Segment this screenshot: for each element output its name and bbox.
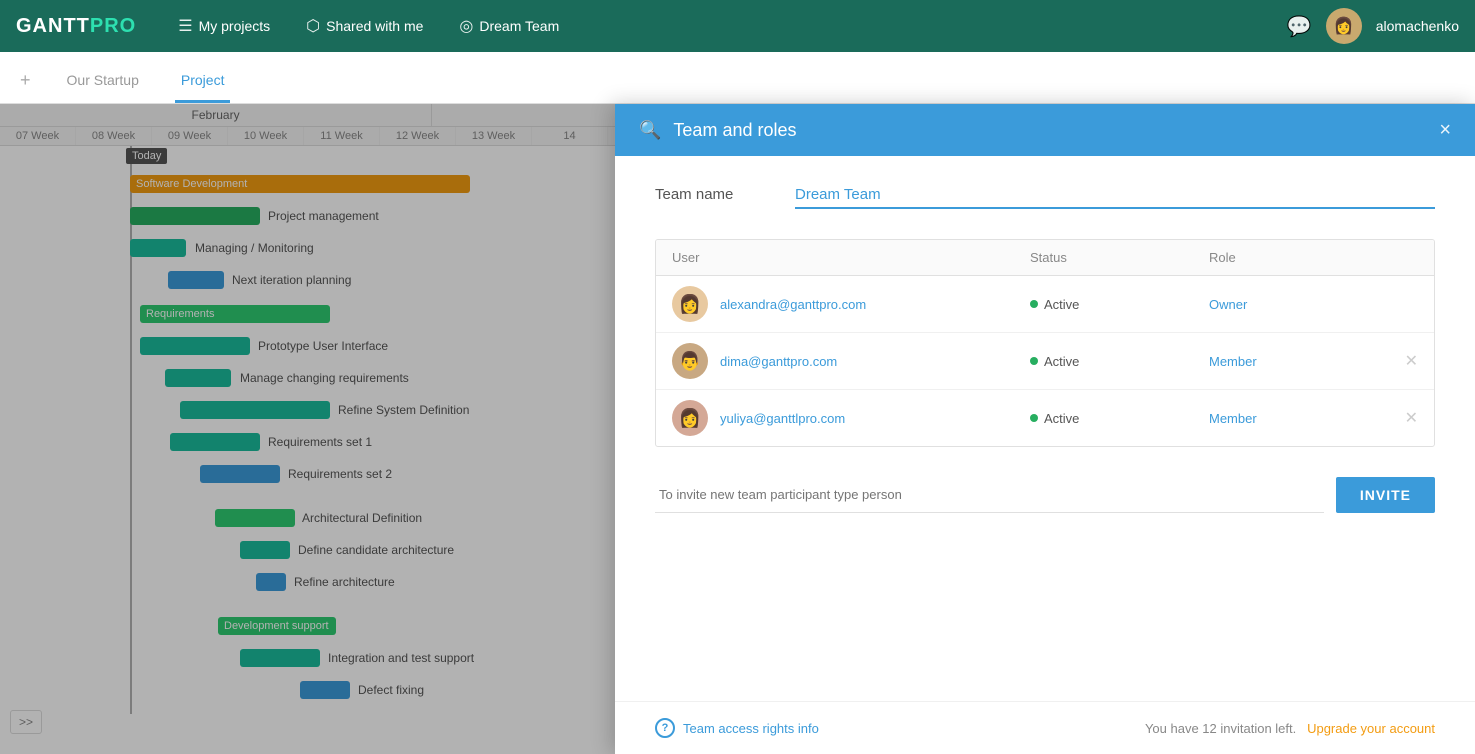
member-role: Member [1209,411,1388,426]
member-remove-button[interactable]: ✕ [1388,351,1418,371]
member-status: Active [1030,354,1209,369]
modal-overlay: 🔍 Team and roles × Team name Dream Team … [0,104,1475,754]
nav-dream-team-label: Dream Team [479,18,559,34]
member-role: Member [1209,354,1388,369]
member-status-text: Active [1044,297,1079,312]
nav-my-projects[interactable]: ☰ My projects [164,10,284,42]
team-roles-modal: 🔍 Team and roles × Team name Dream Team … [615,104,1475,754]
help-icon: ? [655,718,675,738]
member-role: Owner [1209,297,1388,312]
invite-row: INVITE [655,477,1435,513]
member-status-text: Active [1044,354,1079,369]
nav-shared-label: Shared with me [326,18,423,34]
tab-project[interactable]: Project [175,60,231,103]
member-email-text: yuliya@ganttlpro.com [720,411,845,426]
members-table-header: User Status Role [656,240,1434,276]
invite-input[interactable] [655,477,1324,513]
search-icon: 🔍 [639,120,661,141]
nav-shared-with-me[interactable]: ⬡ Shared with me [292,10,437,42]
member-avatar: 👨 [672,343,708,379]
top-navigation: GANTTPRO ☰ My projects ⬡ Shared with me … [0,0,1475,52]
access-rights-link[interactable]: ? Team access rights info [655,718,819,738]
member-email-text: dima@ganttpro.com [720,354,837,369]
col-header-status: Status [1030,250,1209,265]
upgrade-link[interactable]: Upgrade your account [1307,721,1435,736]
member-status: Active [1030,411,1209,426]
username: alomachenko [1376,18,1459,34]
member-avatar: 👩 [672,286,708,322]
modal-body: Team name Dream Team User Status Role 👩 [615,156,1475,701]
nav-right-area: 💬 👩 alomachenko [1287,8,1459,44]
tab-our-startup[interactable]: Our Startup [61,60,145,103]
close-modal-button[interactable]: × [1439,119,1451,142]
main-area: February March 07 Week 08 Week 09 Week 1… [0,104,1475,754]
logo: GANTTPRO [16,15,136,38]
shared-icon: ⬡ [306,16,320,36]
member-avatar: 👩 [672,400,708,436]
col-header-action [1388,250,1418,265]
member-row: 👩 alexandra@ganttpro.com Active Owner [656,276,1434,333]
modal-title: Team and roles [673,120,1427,141]
col-header-user: User [672,250,1030,265]
footer-invitations: You have 12 invitation left. Upgrade you… [1145,721,1435,736]
modal-header: 🔍 Team and roles × [615,104,1475,156]
projects-icon: ☰ [178,16,192,36]
modal-footer: ? Team access rights info You have 12 in… [615,701,1475,754]
invitations-text: You have 12 invitation left. [1145,721,1296,736]
status-dot-active [1030,357,1038,365]
members-table: User Status Role 👩 alexandra@ganttpro.co… [655,239,1435,447]
member-status: Active [1030,297,1209,312]
tabs-bar: + Our Startup Project [0,52,1475,104]
team-name-label: Team name [655,186,755,203]
member-status-text: Active [1044,411,1079,426]
add-tab-button[interactable]: + [20,58,31,103]
user-avatar[interactable]: 👩 [1326,8,1362,44]
status-dot-active [1030,414,1038,422]
nav-my-projects-label: My projects [199,18,271,34]
team-name-value: Dream Team [795,186,1435,209]
member-remove-button[interactable]: ✕ [1388,408,1418,428]
messages-icon[interactable]: 💬 [1287,14,1312,39]
member-email-text: alexandra@ganttpro.com [720,297,866,312]
status-dot-active [1030,300,1038,308]
team-icon: ◎ [459,16,473,36]
member-row: 👩 yuliya@ganttlpro.com Active Member ✕ [656,390,1434,446]
col-header-role: Role [1209,250,1388,265]
nav-dream-team[interactable]: ◎ Dream Team [445,10,573,42]
member-user-cell: 👩 alexandra@ganttpro.com [672,286,1030,322]
team-name-row: Team name Dream Team [655,186,1435,209]
invite-button[interactable]: INVITE [1336,477,1435,513]
member-user-cell: 👨 dima@ganttpro.com [672,343,1030,379]
access-rights-label: Team access rights info [683,721,819,736]
member-user-cell: 👩 yuliya@ganttlpro.com [672,400,1030,436]
member-row: 👨 dima@ganttpro.com Active Member ✕ [656,333,1434,390]
